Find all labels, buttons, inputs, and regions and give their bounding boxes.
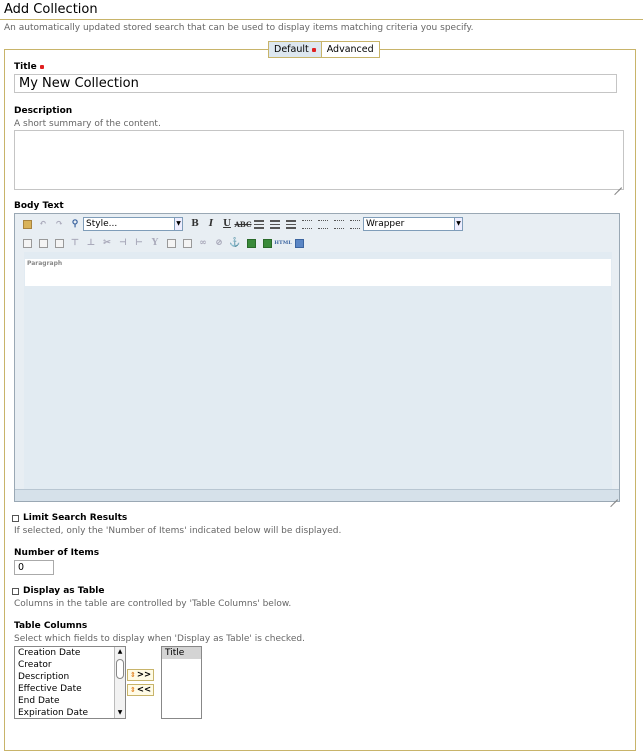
- table-columns-label: Table Columns: [14, 621, 88, 631]
- table-columns-help: Select which fields to display when 'Dis…: [14, 634, 305, 644]
- image-icon[interactable]: [245, 237, 257, 249]
- editor-toolbar-row-1: ↶ ↷ ⚲ Style... ▼ B I U ABC Wrapper ▼: [15, 215, 619, 233]
- listbox-scrollbar[interactable]: ▲ ▼: [114, 647, 125, 718]
- list-item[interactable]: Creation Date: [15, 647, 125, 659]
- tab-default[interactable]: Default: [269, 42, 322, 57]
- italic-icon[interactable]: I: [205, 218, 217, 230]
- media-icon[interactable]: [261, 237, 273, 249]
- number-of-items-label: Number of Items: [14, 548, 100, 558]
- description-label: Description: [14, 106, 73, 116]
- fullscreen-icon[interactable]: [293, 237, 305, 249]
- strikethrough-icon[interactable]: ABC: [234, 218, 251, 230]
- insert-row-after-icon[interactable]: ⊥: [85, 237, 97, 249]
- required-marker-icon: [311, 47, 316, 52]
- list-item[interactable]: Title: [162, 647, 201, 659]
- tab-advanced[interactable]: Advanced: [322, 42, 379, 57]
- title-label-text: Title: [14, 62, 37, 72]
- move-icon: ⇕: [130, 686, 136, 694]
- tab-advanced-label: Advanced: [326, 44, 374, 55]
- rich-text-editor: ↶ ↷ ⚲ Style... ▼ B I U ABC Wrapper ▼ ⊤ ⊥…: [14, 213, 620, 502]
- list-item[interactable]: Effective Date: [15, 683, 125, 695]
- required-marker-icon: [39, 64, 44, 69]
- limit-search-label: Limit Search Results: [23, 513, 128, 523]
- editor-content-area[interactable]: Paragraph: [24, 252, 612, 489]
- display-as-table-label: Display as Table: [23, 586, 105, 596]
- list-item[interactable]: Creator: [15, 659, 125, 671]
- editor-status-bar: [15, 489, 619, 501]
- delete-col-icon[interactable]: Y: [149, 237, 161, 249]
- move-icon: ⇕: [130, 671, 136, 679]
- find-replace-icon[interactable]: ⚲: [69, 218, 81, 230]
- description-help: A short summary of the content.: [14, 119, 161, 129]
- wrapper-select-value: Wrapper: [366, 219, 405, 229]
- align-center-icon[interactable]: [269, 218, 281, 230]
- insert-col-before-icon[interactable]: ⊣: [117, 237, 129, 249]
- limit-search-checkbox[interactable]: [12, 515, 19, 522]
- insert-col-after-icon[interactable]: ⊢: [133, 237, 145, 249]
- outdent-icon[interactable]: [333, 218, 345, 230]
- limit-search-help: If selected, only the 'Number of Items' …: [14, 526, 342, 536]
- indent-icon[interactable]: [349, 218, 361, 230]
- chevron-down-icon: ▼: [454, 218, 462, 230]
- style-select-value: Style...: [86, 219, 118, 229]
- scroll-thumb[interactable]: [116, 659, 124, 679]
- remove-column-button[interactable]: ⇕<<: [127, 684, 154, 696]
- delete-row-icon[interactable]: ✂: [101, 237, 113, 249]
- title-input[interactable]: My New Collection: [14, 74, 617, 93]
- paragraph-label: Paragraph: [27, 260, 63, 267]
- split-cells-icon[interactable]: [181, 237, 193, 249]
- list-item[interactable]: End Date: [15, 695, 125, 707]
- html-source-icon[interactable]: HTML: [274, 237, 292, 249]
- chevron-down-icon: ▼: [174, 218, 182, 230]
- paste-icon[interactable]: [21, 218, 33, 230]
- page-description: An automatically updated stored search t…: [4, 23, 474, 33]
- numbered-list-icon[interactable]: [317, 218, 329, 230]
- scroll-down-icon[interactable]: ▼: [115, 708, 125, 718]
- underline-icon[interactable]: U: [221, 218, 233, 230]
- wrapper-select[interactable]: Wrapper ▼: [363, 217, 463, 231]
- edit-icon[interactable]: [21, 237, 33, 249]
- resize-grip-icon[interactable]: [610, 492, 618, 500]
- display-as-table-help: Columns in the table are controlled by '…: [14, 599, 292, 609]
- add-column-button[interactable]: ⇕>>: [127, 669, 154, 681]
- form-tabs: Default Advanced: [268, 41, 380, 58]
- redo-icon[interactable]: ↷: [53, 218, 65, 230]
- number-of-items-input[interactable]: 0: [14, 560, 54, 575]
- unlink-icon[interactable]: ⊘: [213, 237, 225, 249]
- link-icon[interactable]: ∞: [197, 237, 209, 249]
- insert-row-before-icon[interactable]: ⊤: [69, 237, 81, 249]
- title-label: Title: [14, 61, 44, 73]
- align-right-icon[interactable]: [285, 218, 297, 230]
- bold-icon[interactable]: B: [189, 218, 201, 230]
- add-column-label: >>: [136, 670, 152, 680]
- anchor-icon[interactable]: ⚓: [229, 237, 241, 249]
- tab-default-label: Default: [274, 44, 309, 55]
- editor-toolbar-row-2: ⊤ ⊥ ✂ ⊣ ⊢ Y ∞ ⊘ ⚓ HTML: [15, 234, 619, 252]
- table-row-icon[interactable]: [53, 237, 65, 249]
- undo-icon[interactable]: ↶: [37, 218, 49, 230]
- merge-cells-icon[interactable]: [165, 237, 177, 249]
- editor-paragraph[interactable]: Paragraph: [25, 259, 611, 286]
- list-item[interactable]: Expiration Date: [15, 707, 125, 718]
- title-divider: [0, 19, 643, 20]
- selected-columns-listbox[interactable]: Title: [161, 646, 202, 719]
- remove-column-label: <<: [136, 685, 152, 695]
- resize-grip-icon[interactable]: [614, 180, 622, 188]
- body-text-label: Body Text: [14, 201, 64, 211]
- page-title: Add Collection: [4, 2, 98, 17]
- align-left-icon[interactable]: [253, 218, 265, 230]
- style-select[interactable]: Style... ▼: [83, 217, 183, 231]
- display-as-table-checkbox[interactable]: [12, 588, 19, 595]
- table-icon[interactable]: [37, 237, 49, 249]
- bullet-list-icon[interactable]: [301, 218, 313, 230]
- list-item[interactable]: Description: [15, 671, 125, 683]
- available-columns-listbox[interactable]: Creation Date Creator Description Effect…: [14, 646, 126, 719]
- scroll-up-icon[interactable]: ▲: [115, 647, 125, 657]
- description-textarea[interactable]: [14, 130, 624, 190]
